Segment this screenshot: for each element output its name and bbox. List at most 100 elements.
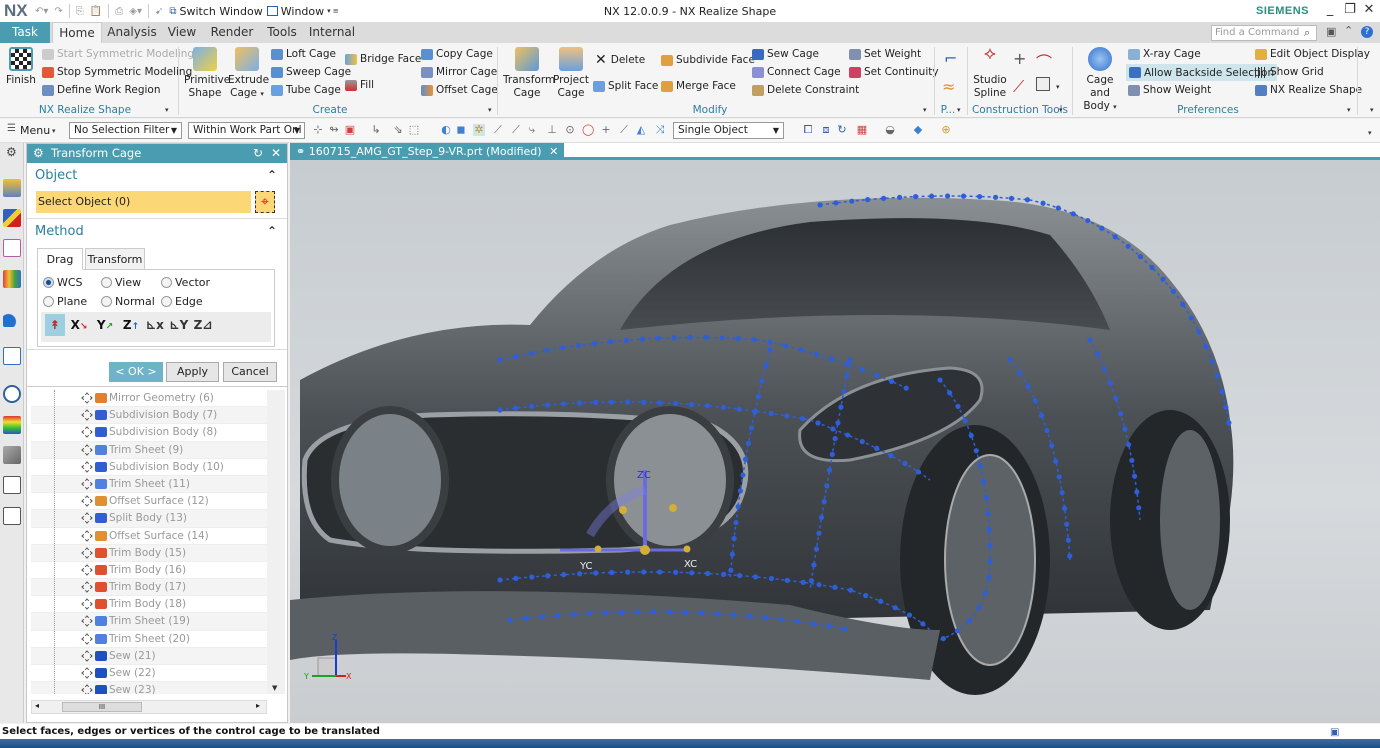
group-expander-icon[interactable]: ▾ xyxy=(1347,106,1351,114)
switch-window-icon[interactable]: ⧉ xyxy=(169,6,176,17)
collapse-object-icon[interactable]: ⌃ xyxy=(267,168,277,182)
close-tab-icon[interactable]: ✕ xyxy=(549,145,558,158)
tree-node[interactable]: Split Body (13) xyxy=(31,510,267,528)
studio-spline-button[interactable]: ⟡ Studio Spline xyxy=(972,45,1008,100)
visualization-icon[interactable] xyxy=(3,416,21,434)
transform-cage-button[interactable]: Transform Cage xyxy=(503,47,555,100)
bridge-face-button[interactable]: Bridge Face xyxy=(345,51,421,67)
select-object-field[interactable]: Select Object (0) xyxy=(36,191,251,213)
plane-dropdown-icon[interactable]: ▾ xyxy=(1056,83,1060,91)
suppressed-state-icon[interactable] xyxy=(81,598,93,610)
tree-node[interactable]: Trim Sheet (9) xyxy=(31,441,267,459)
method-section-title[interactable]: Method xyxy=(35,224,84,239)
set-weight-button[interactable]: Set Weight xyxy=(849,46,921,62)
fit-icon[interactable]: ⧠ xyxy=(802,124,814,136)
switch-window-button[interactable]: Switch Window xyxy=(180,5,263,18)
car-model-render[interactable]: ZC YC XC Z Y X xyxy=(290,160,1380,723)
part-navigator-icon[interactable] xyxy=(3,239,21,257)
zoom-icon[interactable]: ⧈ xyxy=(820,124,832,136)
info-icon[interactable] xyxy=(3,309,21,327)
finish-button[interactable]: Finish xyxy=(6,47,36,87)
redo-icon[interactable]: ↷ xyxy=(54,6,62,17)
arc-center-icon[interactable]: ⊙ xyxy=(564,124,576,136)
intersection-icon[interactable]: ⊥ xyxy=(546,124,558,136)
suppressed-state-icon[interactable] xyxy=(81,443,93,456)
tree-node[interactable]: Trim Sheet (19) xyxy=(31,613,267,631)
radio-normal[interactable]: Normal xyxy=(101,295,155,308)
tab-tools[interactable]: Tools xyxy=(264,22,300,43)
ok-button[interactable]: < OK > xyxy=(109,362,163,382)
search-icon[interactable]: ⌕ xyxy=(1304,26,1310,40)
tab-transform[interactable]: Transform xyxy=(85,248,145,270)
suppressed-state-icon[interactable] xyxy=(81,392,93,404)
suppressed-state-icon[interactable] xyxy=(81,564,93,576)
window-menu-button[interactable]: Window xyxy=(281,5,324,18)
plane-icon[interactable] xyxy=(1036,77,1050,91)
rotate-icon[interactable]: ↻ xyxy=(836,124,848,136)
tab-home[interactable]: Home xyxy=(52,22,102,44)
tab-analysis[interactable]: Analysis xyxy=(106,22,158,43)
sweep-cage-button[interactable]: Sweep Cage xyxy=(271,64,351,80)
tree-vertical-scrollbar[interactable]: ▼ xyxy=(267,390,285,694)
tree-horizontal-scrollbar[interactable]: ◂ III ▸ xyxy=(31,700,267,714)
tree-node[interactable]: Mirror Geometry (6) xyxy=(31,390,267,408)
z-axis-icon[interactable]: Z↑ xyxy=(121,314,141,336)
stop-symmetric-modeling-button[interactable]: Stop Symmetric Modeling xyxy=(42,64,192,80)
line-icon[interactable]: ⟋ xyxy=(1013,77,1024,97)
radio-vector[interactable]: Vector xyxy=(161,276,210,289)
free-drag-icon[interactable]: ↟ xyxy=(45,314,65,336)
visibility-icon[interactable]: ⊕ xyxy=(940,124,952,136)
offset-cage-button[interactable]: Offset Cage xyxy=(421,82,498,98)
scroll-thumb[interactable]: III xyxy=(62,702,142,712)
y-axis-icon[interactable]: Y↗ xyxy=(95,314,115,336)
selection-scope-dropdown[interactable]: Within Work Part Onl ▼ xyxy=(188,122,305,139)
suppressed-state-icon[interactable] xyxy=(81,632,93,645)
show-grid-button[interactable]: Show Grid xyxy=(1255,64,1324,80)
merge-face-button[interactable]: Merge Face xyxy=(661,78,736,94)
settings-gear-icon[interactable]: ⚙ xyxy=(6,145,17,159)
suppressed-state-icon[interactable] xyxy=(81,650,93,662)
tree-node[interactable]: Subdivision Body (10) xyxy=(31,459,267,476)
connect-cage-button[interactable]: Connect Cage xyxy=(752,64,841,80)
find-command-input[interactable]: Find a Command xyxy=(1211,25,1317,41)
tab-internal[interactable]: Internal xyxy=(308,22,356,43)
point-on-face-icon[interactable]: ◭ xyxy=(635,124,647,136)
tangent-icon[interactable]: ⇘ xyxy=(392,124,404,136)
select-intent-icon[interactable]: ▣ xyxy=(344,124,356,136)
split-face-button[interactable]: Split Face xyxy=(593,78,658,94)
arc-icon[interactable]: ⌒ xyxy=(1036,49,1052,73)
graphics-viewport[interactable]: ZC YC XC Z Y X xyxy=(290,160,1380,723)
ribbon-options-icon[interactable]: ▣ xyxy=(1326,25,1336,38)
suppressed-state-icon[interactable] xyxy=(81,426,93,439)
tree-node[interactable]: Sew (23) xyxy=(31,682,267,694)
zc-plane-icon[interactable]: Z⊿ xyxy=(193,314,213,336)
offset-curve-icon[interactable]: ≈ xyxy=(942,77,955,96)
object-section-title[interactable]: Object xyxy=(35,168,77,183)
suppressed-state-icon[interactable] xyxy=(81,512,93,524)
tree-node[interactable]: Trim Sheet (11) xyxy=(31,475,267,494)
curve-icon[interactable]: ⌐ xyxy=(944,49,957,68)
group-expander-icon[interactable]: ▾ xyxy=(488,106,492,114)
subdivide-face-button[interactable]: Subdivide Face xyxy=(661,52,755,68)
view-icon[interactable]: ◆ xyxy=(912,124,924,136)
tree-node[interactable]: Trim Body (18) xyxy=(31,596,267,614)
mirror-cage-button[interactable]: Mirror Cage xyxy=(421,64,497,80)
palette-icon[interactable] xyxy=(3,476,21,494)
group-expander-icon[interactable]: ▾ xyxy=(957,106,961,114)
apply-button[interactable]: Apply xyxy=(166,362,219,382)
show-weight-button[interactable]: Show Weight xyxy=(1128,82,1211,98)
rendering-style-icon[interactable]: ◒ xyxy=(884,124,896,136)
full-screen-icon[interactable]: ▣ xyxy=(1330,725,1339,740)
role-icon[interactable] xyxy=(3,446,21,464)
loft-cage-button[interactable]: Loft Cage xyxy=(271,46,336,62)
x-ray-cage-button[interactable]: X-ray Cage xyxy=(1128,46,1201,62)
bounded-grid-icon[interactable]: ⤨ xyxy=(654,124,666,136)
xc-plane-icon[interactable]: ⊾x xyxy=(145,314,165,336)
snap-point-toggle-icon[interactable]: ✲ xyxy=(473,124,485,136)
suppressed-state-icon[interactable] xyxy=(81,684,93,694)
suppressed-state-icon[interactable] xyxy=(81,495,93,507)
sew-cage-button[interactable]: Sew Cage xyxy=(752,46,819,62)
print-icon[interactable]: ⎙ xyxy=(115,6,123,17)
tree-node[interactable]: Trim Body (15) xyxy=(31,544,267,562)
web-browser-icon[interactable] xyxy=(3,347,21,365)
